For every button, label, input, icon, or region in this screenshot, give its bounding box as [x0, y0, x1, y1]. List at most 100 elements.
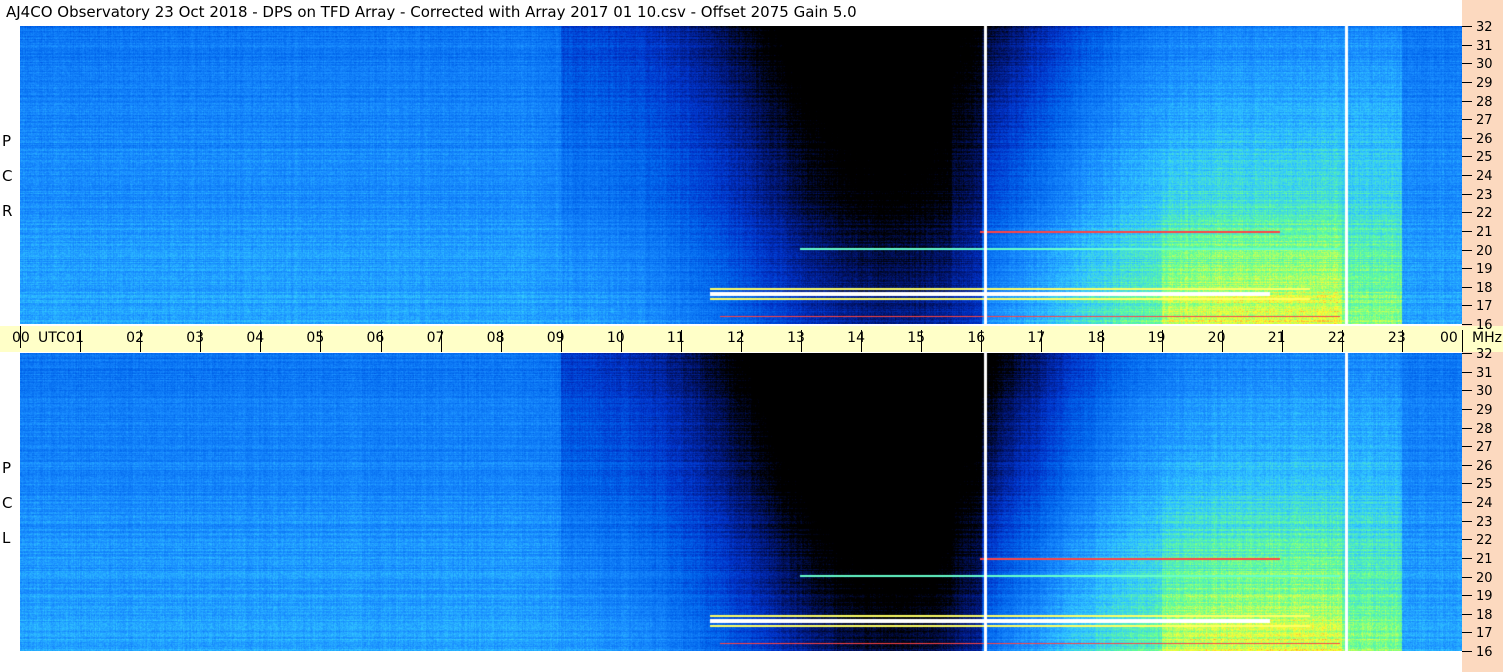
lcp-label-p: P — [2, 459, 12, 477]
frequency-tick-label: 17 — [1476, 626, 1493, 642]
frequency-tick-label: 31 — [1476, 365, 1493, 381]
frequency-tick-label: 19 — [1476, 262, 1493, 278]
utc-tick-mark — [1162, 330, 1163, 352]
rcp-label-c: C — [2, 167, 13, 185]
frequency-tick-mark — [1462, 372, 1472, 373]
utc-tick-mark — [20, 326, 21, 348]
utc-tick-label: 11 — [666, 330, 685, 346]
utc-tick-mark — [921, 330, 922, 352]
frequency-tick-mark — [1462, 45, 1472, 46]
rcp-label-r: P — [2, 132, 12, 150]
frequency-tick-label: 25 — [1476, 150, 1493, 166]
frequency-tick-mark — [1462, 595, 1472, 596]
utc-tick-mark — [1041, 330, 1042, 352]
utc-tick-label: 13 — [787, 330, 805, 346]
frequency-tick-mark — [1462, 324, 1472, 325]
frequency-tick-label: 23 — [1476, 514, 1493, 530]
frequency-tick-mark — [1462, 577, 1472, 578]
frequency-tick-label: 25 — [1476, 477, 1493, 493]
frequency-tick-label: 22 — [1476, 206, 1493, 222]
frequency-tick-mark — [1462, 353, 1472, 354]
frequency-tick-mark — [1462, 63, 1472, 64]
frequency-tick-label: 29 — [1476, 402, 1493, 418]
chart-title: AJ4CO Observatory 23 Oct 2018 - DPS on T… — [6, 3, 857, 21]
frequency-tick-label: 20 — [1476, 243, 1493, 259]
lcp-spectrogram-canvas — [20, 353, 1462, 651]
frequency-tick-mark — [1462, 194, 1472, 195]
frequency-tick-mark — [1462, 409, 1472, 410]
frequency-tick-mark — [1462, 26, 1472, 27]
frequency-tick-mark — [1462, 156, 1472, 157]
frequency-tick-mark — [1462, 446, 1472, 447]
frequency-tick-mark — [1462, 287, 1472, 288]
utc-tick-mark — [80, 330, 81, 352]
frequency-tick-mark — [1462, 305, 1472, 306]
frequency-tick-label: 32 — [1476, 20, 1493, 35]
frequency-tick-mark — [1462, 212, 1472, 213]
utc-tick-mark — [801, 330, 802, 352]
frequency-tick-label: 23 — [1476, 187, 1493, 203]
utc-tick-label: 00 — [1440, 330, 1458, 346]
utc-tick-mark — [441, 330, 442, 352]
lcp-label-l: L — [2, 529, 11, 547]
utc-label: UTC — [38, 330, 66, 346]
utc-tick-label: 05 — [306, 330, 325, 346]
utc-tick-mark — [381, 330, 382, 352]
frequency-tick-mark — [1462, 502, 1472, 503]
frequency-tick-mark — [1462, 614, 1472, 615]
frequency-tick-mark — [1462, 558, 1472, 559]
frequency-tick-label: 16 — [1476, 318, 1493, 333]
utc-tick-mark — [561, 330, 562, 352]
frequency-tick-mark — [1462, 632, 1472, 633]
frequency-tick-label: 19 — [1476, 589, 1493, 605]
frequency-tick-label: 27 — [1476, 113, 1493, 129]
frequency-tick-label: 20 — [1476, 570, 1493, 586]
frequency-tick-label: 16 — [1476, 645, 1493, 660]
lcp-spectrogram — [20, 353, 1462, 651]
frequency-tick-label: 27 — [1476, 440, 1493, 456]
frequency-tick-mark — [1462, 521, 1472, 522]
frequency-tick-mark — [1462, 138, 1472, 139]
utc-tick-mark — [1342, 330, 1343, 352]
frequency-tick-label: 30 — [1476, 57, 1493, 73]
utc-tick-mark — [320, 330, 321, 352]
utc-tick-mark — [741, 330, 742, 352]
utc-tick-label: 03 — [186, 330, 205, 346]
frequency-tick-label: 26 — [1476, 458, 1493, 474]
frequency-tick-mark — [1462, 428, 1472, 429]
frequency-tick-label: 18 — [1476, 607, 1493, 623]
utc-tick-mark — [260, 330, 261, 352]
utc-tick-label: 04 — [246, 330, 265, 346]
utc-tick-label: 12 — [727, 330, 745, 346]
frequency-tick-label: 28 — [1476, 421, 1493, 437]
utc-tick-label: 02 — [126, 330, 144, 346]
frequency-tick-mark — [1462, 250, 1472, 251]
rcp-spectrogram — [20, 26, 1462, 324]
utc-tick-mark — [621, 330, 622, 352]
utc-tick-label: 14 — [847, 330, 865, 346]
frequency-tick-label: 29 — [1476, 75, 1493, 91]
utc-tick-label: 15 — [907, 330, 926, 346]
utc-tick-label: 16 — [967, 330, 986, 346]
frequency-tick-mark — [1462, 268, 1472, 269]
utc-tick-mark — [1222, 330, 1223, 352]
frequency-tick-mark — [1462, 101, 1472, 102]
frequency-tick-mark — [1462, 483, 1472, 484]
frequency-tick-label: 31 — [1476, 38, 1493, 54]
frequency-tick-mark — [1462, 82, 1472, 83]
frequency-tick-mark — [1462, 119, 1472, 120]
utc-tick-mark — [981, 330, 982, 352]
utc-tick-label: 17 — [1027, 330, 1046, 346]
utc-tick-mark — [140, 330, 141, 352]
utc-tick-label: 01 — [66, 330, 84, 346]
frequency-tick-label: 22 — [1476, 533, 1493, 549]
spectrogram-window: AJ4CO Observatory 23 Oct 2018 - DPS on T… — [0, 0, 1503, 672]
utc-tick-mark — [681, 330, 682, 352]
frequency-tick-label: 21 — [1476, 551, 1493, 567]
lcp-label-c: C — [2, 494, 13, 512]
frequency-tick-label: 24 — [1476, 496, 1493, 511]
frequency-tick-mark — [1462, 539, 1472, 540]
rcp-label-p: R — [2, 202, 13, 220]
frequency-tick-mark — [1462, 465, 1472, 466]
utc-tick-label: 23 — [1387, 330, 1406, 346]
